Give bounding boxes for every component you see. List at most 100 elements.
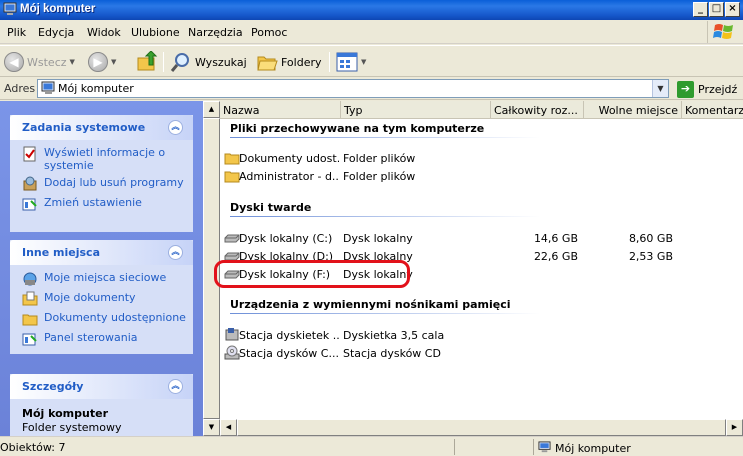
link-label: Panel sterowania	[44, 331, 138, 344]
link-label: Moje miejsca sieciowe	[44, 271, 167, 284]
highlight-annotation	[214, 260, 410, 288]
folders-label: Foldery	[281, 55, 322, 69]
go-label: Przejdź	[698, 82, 738, 96]
forward-arrow-icon: ▶	[88, 52, 108, 72]
item-type: Dyskietka 3,5 cala	[343, 329, 445, 342]
other-places-panel: Inne miejsca ︽ Moje miejsca sieciowe Moj…	[10, 240, 193, 354]
menu-plik[interactable]: Plik	[7, 26, 26, 39]
folder-icon	[22, 314, 38, 326]
collapse-chevron-icon[interactable]: ︽	[168, 379, 183, 394]
my-network-places-link[interactable]: Moje miejsca sieciowe	[22, 271, 193, 291]
views-button[interactable]: ▼	[336, 50, 366, 74]
link-label: Zmień ustawienie	[44, 196, 142, 209]
back-label: Wstecz	[27, 55, 67, 69]
forward-button[interactable]: ▶ ▼	[88, 50, 116, 74]
menu-edycja[interactable]: Edycja	[38, 26, 74, 39]
menu-ulubione[interactable]: Ulubione	[131, 26, 180, 39]
list-item[interactable]: Dysk lokalny (C:) Dysk lokalny 14,6 GB 8…	[220, 230, 743, 247]
menu-pomoc[interactable]: Pomoc	[251, 26, 287, 39]
collapse-chevron-icon[interactable]: ︽	[168, 245, 183, 260]
control-panel-icon	[22, 333, 37, 346]
control-panel-link[interactable]: Panel sterowania	[22, 331, 193, 351]
cd-drive-icon	[224, 345, 240, 360]
horizontal-scroll-thumb[interactable]	[237, 419, 726, 436]
control-panel-icon	[22, 198, 37, 211]
go-button[interactable]: ➔ Przejdź	[677, 80, 737, 98]
change-setting-link[interactable]: Zmień ustawienie	[22, 196, 193, 216]
back-button[interactable]: ◀ Wstecz ▼	[4, 50, 75, 74]
search-button[interactable]: Wyszukaj	[170, 50, 247, 74]
folder-icon	[224, 153, 240, 165]
my-documents-icon	[22, 291, 38, 306]
scroll-right-arrow-icon[interactable]: ▶	[726, 419, 743, 436]
add-remove-programs-link[interactable]: Dodaj lub usuń programy	[22, 176, 193, 196]
task-pane: Zadania systemowe ︽ Wyświetl informacje …	[0, 101, 203, 436]
scroll-down-arrow-icon[interactable]: ▼	[203, 419, 220, 436]
address-input[interactable]: Mój komputer ▼	[37, 79, 669, 98]
horizontal-scrollbar[interactable]: ◀ ▶	[220, 419, 743, 436]
column-header-type[interactable]: Typ	[341, 101, 491, 119]
forward-dropdown-icon[interactable]: ▼	[111, 58, 116, 66]
folders-button[interactable]: Foldery	[256, 50, 322, 74]
up-folder-button[interactable]	[136, 50, 158, 74]
close-button[interactable]: ×	[725, 2, 740, 17]
folder-icon	[224, 171, 240, 183]
address-bar: Adres Mój komputer ▼ ➔ Przejdź	[0, 78, 743, 100]
system-tasks-header[interactable]: Zadania systemowe ︽	[10, 115, 193, 140]
item-type: Stacja dysków CD	[343, 347, 441, 360]
link-label: Wyświetl informacje o systemie	[44, 146, 166, 172]
list-item[interactable]: Administrator - d... Folder plików	[220, 168, 743, 185]
group-header-files: Pliki przechowywane na tym komputerze	[230, 122, 485, 135]
toolbar: ◀ Wstecz ▼ ▶ ▼ Wyszukaj Foldery ▼	[0, 45, 743, 77]
column-header-total-size[interactable]: Całkowity roz...	[491, 101, 584, 119]
column-header-free-space[interactable]: Wolne miejsce	[584, 101, 682, 119]
menu-narzedzia[interactable]: Narzędzia	[188, 26, 243, 39]
search-icon	[170, 53, 189, 72]
go-arrow-icon: ➔	[677, 80, 694, 98]
other-places-header[interactable]: Inne miejsca ︽	[10, 240, 193, 265]
details-subtitle: Folder systemowy	[22, 421, 122, 434]
item-name: Dokumenty udost...	[239, 152, 339, 165]
scroll-left-arrow-icon[interactable]: ◀	[220, 419, 237, 436]
add-remove-programs-icon	[23, 176, 37, 191]
details-header[interactable]: Szczegóły ︽	[10, 374, 193, 399]
menu-widok[interactable]: Widok	[87, 26, 121, 39]
status-location: Mój komputer	[533, 439, 743, 455]
windows-logo-icon	[707, 21, 737, 43]
system-tasks-panel: Zadania systemowe ︽ Wyświetl informacje …	[10, 115, 193, 232]
back-dropdown-icon[interactable]: ▼	[70, 58, 75, 66]
collapse-chevron-icon[interactable]: ︽	[168, 120, 183, 135]
item-name: Stacja dyskietek ...	[239, 329, 339, 342]
search-label: Wyszukaj	[195, 55, 247, 69]
list-item[interactable]: Stacja dyskietek ... Dyskietka 3,5 cala	[220, 327, 743, 344]
hard-drive-icon	[224, 234, 240, 243]
shared-documents-link[interactable]: Dokumenty udostępnione	[22, 311, 193, 331]
view-system-info-link[interactable]: Wyświetl informacje o systemie	[22, 146, 193, 176]
item-name: Dysk lokalny (C:)	[239, 232, 333, 245]
item-total-size: 14,6 GB	[533, 232, 578, 245]
column-header-comments[interactable]: Komentarze	[682, 101, 743, 119]
item-type: Folder plików	[343, 152, 416, 165]
list-item[interactable]: Dokumenty udost... Folder plików	[220, 150, 743, 167]
group-divider	[230, 313, 540, 314]
item-free-space: 2,53 GB	[628, 250, 673, 263]
panel-title: Zadania systemowe	[22, 121, 146, 134]
minimize-button[interactable]: _	[693, 2, 708, 17]
item-free-space: 8,60 GB	[628, 232, 673, 245]
views-dropdown-icon[interactable]: ▼	[361, 58, 366, 66]
scroll-up-arrow-icon[interactable]: ▲	[203, 101, 220, 118]
group-divider	[230, 216, 540, 217]
floppy-drive-icon	[225, 328, 239, 341]
item-name: Administrator - d...	[239, 170, 339, 183]
group-divider	[230, 137, 540, 138]
list-item[interactable]: Stacja dysków C... Stacja dysków CD	[220, 345, 743, 362]
link-label: Moje dokumenty	[44, 291, 136, 304]
my-documents-link[interactable]: Moje dokumenty	[22, 291, 193, 311]
maximize-button[interactable]: □	[709, 2, 724, 17]
title-bar: Mój komputer _ □ ×	[0, 0, 743, 20]
system-info-icon	[23, 146, 36, 162]
column-header-name[interactable]: Nazwa	[220, 101, 341, 119]
address-dropdown-button[interactable]: ▼	[652, 80, 668, 97]
folders-icon	[257, 56, 278, 71]
menu-bar: Plik Edycja Widok Ulubione Narzędzia Pom…	[0, 20, 743, 44]
